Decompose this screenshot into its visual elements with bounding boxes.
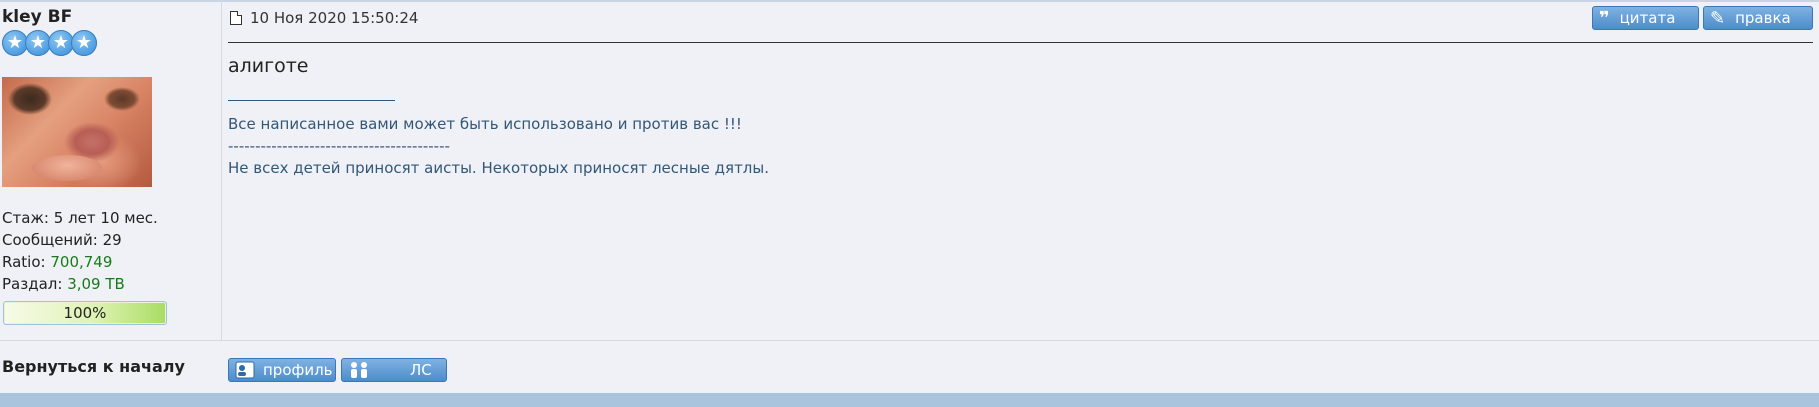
ratio-value: 700,749 (50, 253, 113, 271)
quote-button[interactable]: ❞ цитата (1592, 6, 1699, 30)
experience-label: Стаж: (2, 209, 49, 227)
ratio-label: Ratio: (2, 253, 46, 271)
post-author-panel: kley BF ★ ★ ★ ★ Стаж: 5 лет 10 мес. Сооб… (0, 0, 222, 340)
stat-ratio: Ratio: 700,749 (2, 253, 112, 271)
stat-upload: Раздал: 3,09 TB (2, 275, 125, 293)
quote-button-label: цитата (1619, 9, 1676, 27)
quote-icon: ❞ (1599, 7, 1610, 29)
post-date: 10 Ноя 2020 15:50:24 (250, 9, 419, 27)
post-content-panel: 10 Ноя 2020 15:50:24 ❞ цитата ✎ правка а… (222, 0, 1819, 340)
signature-line-3: Не всех детей приносят аисты. Некоторых … (228, 159, 770, 177)
people-icon (348, 361, 372, 379)
stat-experience: Стаж: 5 лет 10 мес. (2, 209, 158, 227)
experience-value: 5 лет 10 мес. (53, 209, 158, 227)
forum-post: kley BF ★ ★ ★ ★ Стаж: 5 лет 10 мес. Сооб… (0, 0, 1819, 407)
signature: Все написанное вами может быть использов… (228, 100, 769, 179)
edit-button[interactable]: ✎ правка (1703, 6, 1813, 30)
profile-button[interactable]: профиль (228, 358, 336, 382)
stat-posts: Сообщений: 29 (2, 231, 122, 249)
bottom-bar (0, 393, 1819, 407)
upload-label: Раздал: (2, 275, 63, 293)
signature-line-2: ----------------------------------------… (228, 137, 450, 155)
profile-button-label: профиль (263, 361, 333, 379)
signature-divider (228, 100, 395, 101)
posts-label: Сообщений: (2, 231, 98, 249)
signature-line-1: Все написанное вами может быть использов… (228, 115, 742, 133)
rank-stars: ★ ★ ★ ★ (2, 30, 97, 56)
post-body: алиготе (228, 55, 309, 77)
private-message-button[interactable]: ЛС (341, 358, 447, 382)
posts-value: 29 (102, 231, 122, 249)
post-header-divider (228, 42, 1813, 43)
upload-value: 3,09 TB (67, 275, 125, 293)
private-message-button-label: ЛС (410, 361, 432, 379)
author-username[interactable]: kley BF (2, 7, 72, 27)
document-icon[interactable] (230, 11, 242, 25)
profile-card-icon (235, 361, 255, 379)
star-icon: ★ (71, 30, 97, 56)
row-divider (0, 340, 1819, 341)
pencil-icon: ✎ (1710, 7, 1726, 29)
back-to-top-link[interactable]: Вернуться к началу (2, 357, 185, 376)
avatar (2, 77, 152, 187)
edit-button-label: правка (1735, 9, 1791, 27)
ratio-progress-bar: 100% (3, 301, 167, 325)
post-meta: 10 Ноя 2020 15:50:24 (230, 9, 418, 27)
